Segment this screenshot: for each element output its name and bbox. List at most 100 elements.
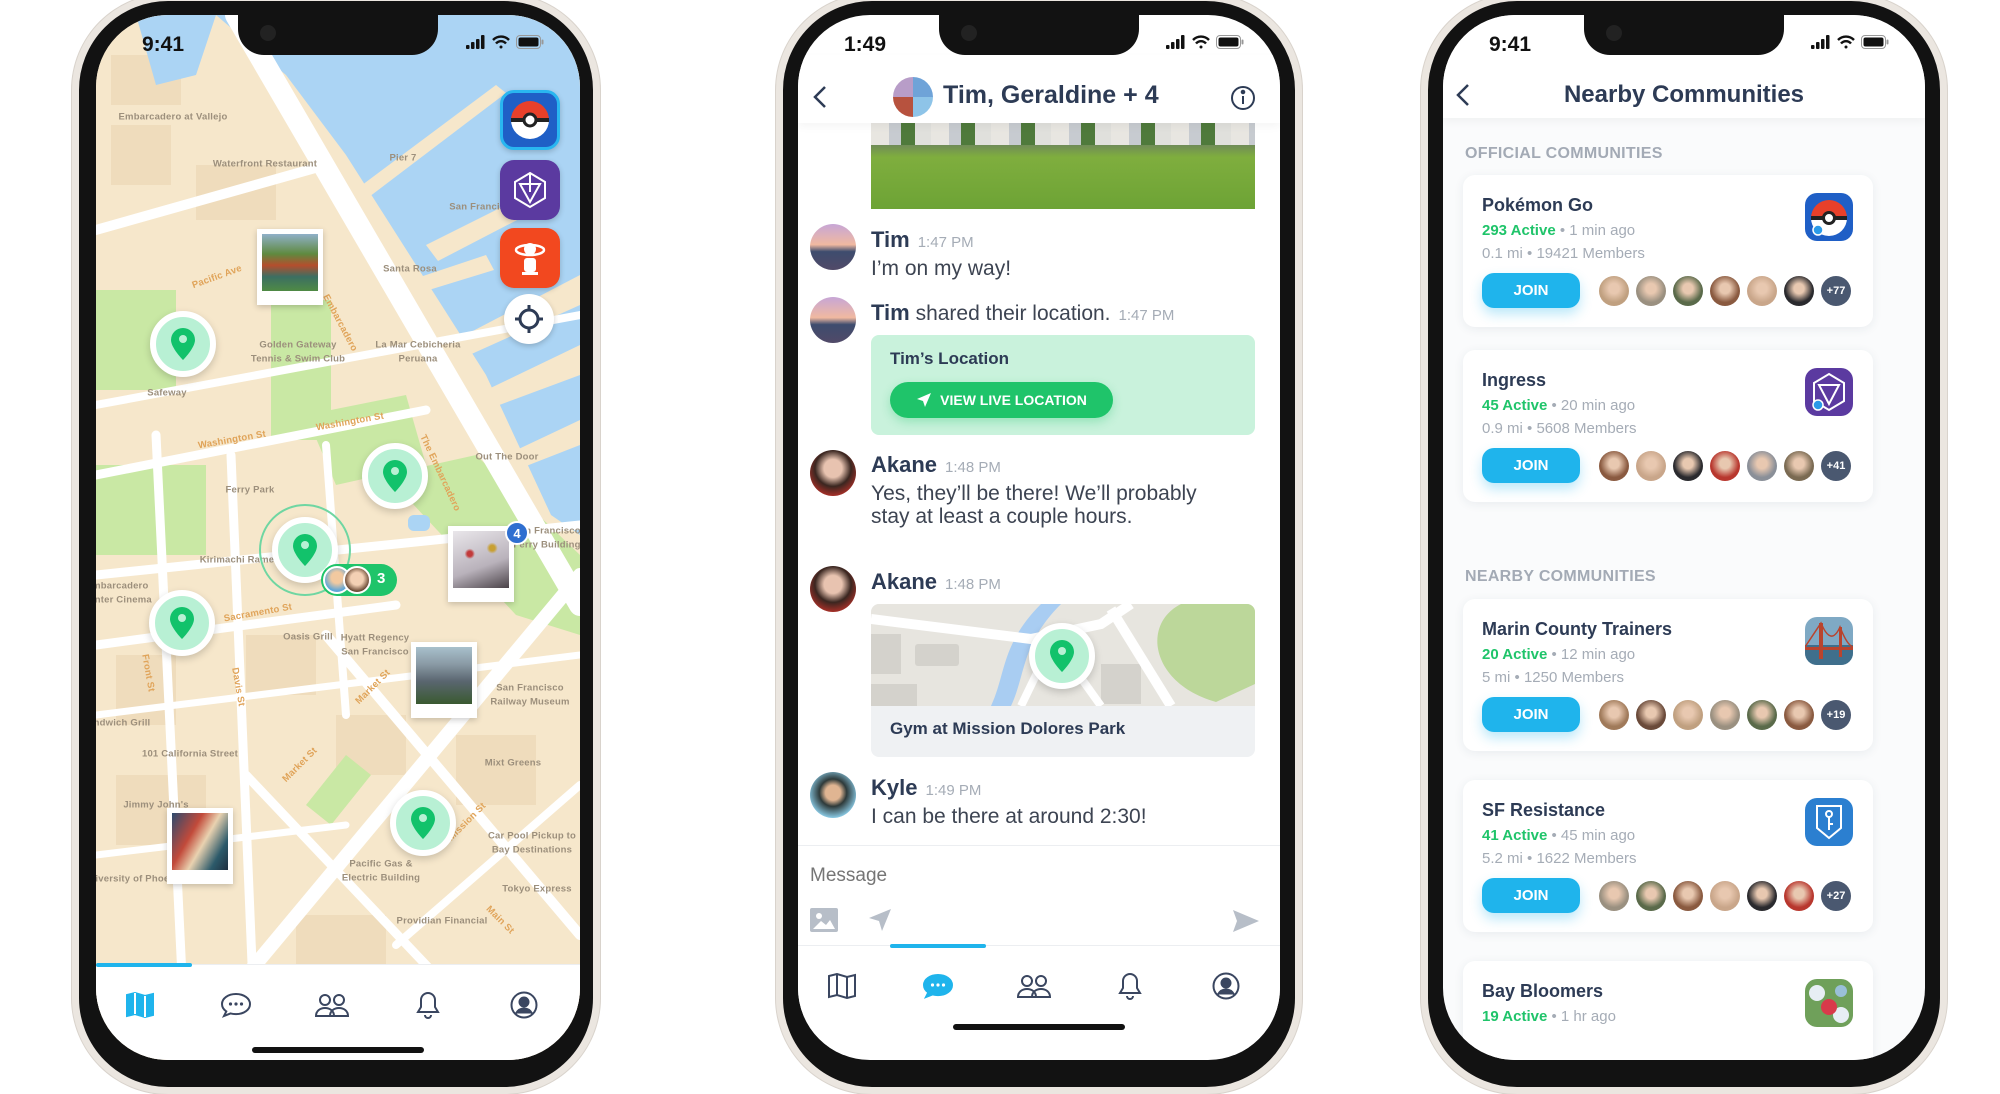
tab-chat[interactable] bbox=[216, 987, 256, 1023]
message-header: Akane 1:48 PM bbox=[871, 569, 1001, 594]
signal-icon bbox=[1811, 35, 1830, 49]
member-avatar bbox=[1710, 700, 1740, 730]
status-time: 1:49 bbox=[844, 33, 887, 56]
ingress-button[interactable] bbox=[500, 160, 560, 220]
group-avatar bbox=[893, 77, 933, 117]
community-card[interactable]: Marin County Trainers 20 Active • 12 min… bbox=[1463, 599, 1873, 751]
join-button[interactable]: JOIN bbox=[1482, 273, 1580, 308]
communities-screen: Nearby Communities OFFICIAL COMMUNITIES … bbox=[1443, 15, 1925, 1060]
community-meta: 5.2 mi • 1622 Members bbox=[1482, 850, 1637, 867]
tab-map[interactable] bbox=[120, 987, 160, 1023]
ingress-icon bbox=[1805, 368, 1853, 416]
tab-map[interactable] bbox=[822, 968, 862, 1004]
tab-communities[interactable] bbox=[312, 987, 352, 1023]
tab-notifications[interactable] bbox=[1110, 968, 1150, 1004]
active-count: 45 Active bbox=[1482, 397, 1548, 414]
gym-pin[interactable] bbox=[150, 311, 216, 377]
map-label: Sandwich Grill bbox=[96, 717, 151, 729]
map-label: Hyatt Regency bbox=[340, 632, 410, 644]
image-icon[interactable] bbox=[810, 908, 838, 932]
community-card[interactable]: SF Resistance 41 Active • 45 min ago 5.2 … bbox=[1463, 780, 1873, 932]
message-header: Tim 1:47 PM bbox=[871, 227, 974, 252]
gym-pin[interactable] bbox=[149, 590, 215, 656]
map-photo[interactable] bbox=[167, 808, 233, 884]
wizards-unite-button[interactable] bbox=[500, 228, 560, 288]
locate-me-button[interactable] bbox=[504, 294, 554, 344]
map-label: Santa Rosa bbox=[383, 263, 437, 275]
info-icon[interactable] bbox=[1230, 85, 1256, 111]
active-count: 41 Active bbox=[1482, 827, 1548, 844]
battery-icon bbox=[1216, 35, 1244, 49]
place-pin[interactable] bbox=[1029, 623, 1095, 689]
wifi-icon bbox=[492, 35, 510, 49]
member-count: 19421 Members bbox=[1536, 245, 1645, 262]
last-active: 1 min ago bbox=[1569, 222, 1636, 239]
profile-icon bbox=[510, 991, 538, 1019]
member-count: 1250 Members bbox=[1523, 669, 1624, 686]
status-time: 9:41 bbox=[142, 33, 185, 56]
join-button[interactable]: JOIN bbox=[1482, 697, 1580, 732]
bell-icon bbox=[416, 991, 440, 1019]
map-photo[interactable] bbox=[448, 526, 514, 602]
last-active: 12 min ago bbox=[1560, 646, 1636, 663]
group-count: 3 bbox=[377, 570, 386, 587]
community-name: Marin County Trainers bbox=[1482, 619, 1673, 639]
member-avatar bbox=[1673, 276, 1703, 306]
share-location-icon[interactable] bbox=[868, 908, 892, 932]
gym-pin[interactable] bbox=[362, 443, 428, 509]
community-activity: 293 Active • 1 min ago bbox=[1482, 222, 1636, 239]
active-count: 19 Active bbox=[1482, 1008, 1548, 1025]
avatar-akane[interactable] bbox=[810, 566, 856, 612]
member-avatar bbox=[1710, 451, 1740, 481]
avatar-tim[interactable] bbox=[810, 297, 856, 343]
active-count: 293 Active bbox=[1482, 222, 1556, 239]
community-activity: 19 Active • 1 hr ago bbox=[1482, 1008, 1616, 1025]
message-text: I’m on my way! bbox=[871, 257, 1012, 280]
view-live-location-button[interactable]: VIEW LIVE LOCATION bbox=[890, 382, 1113, 418]
community-card[interactable]: Pokémon Go 293 Active • 1 min ago 0.1 mi … bbox=[1463, 175, 1873, 327]
map-label: Providian Financial bbox=[396, 915, 488, 927]
wizards-unite-icon bbox=[514, 243, 546, 275]
gym-pin[interactable] bbox=[390, 790, 456, 856]
send-icon[interactable] bbox=[1232, 909, 1260, 933]
avatar-akane[interactable] bbox=[810, 450, 856, 496]
map-label: Golden Gateway bbox=[259, 339, 337, 351]
community-card[interactable]: Bay Bloomers 19 Active • 1 hr ago bbox=[1463, 961, 1873, 1060]
tab-communities[interactable] bbox=[1014, 968, 1054, 1004]
member-avatar bbox=[1673, 700, 1703, 730]
member-count: 1622 Members bbox=[1536, 850, 1637, 867]
place-card[interactable]: Gym at Mission Dolores Park bbox=[871, 604, 1255, 757]
map-label: San Francisco bbox=[341, 646, 409, 658]
page-title: Nearby Communities bbox=[1563, 81, 1805, 108]
community-card[interactable]: Ingress 45 Active • 20 min ago 0.9 mi • 5… bbox=[1463, 350, 1873, 502]
member-avatar bbox=[1599, 451, 1629, 481]
join-button[interactable]: JOIN bbox=[1482, 448, 1580, 483]
notch bbox=[939, 15, 1139, 55]
map-label: Railway Museum bbox=[490, 696, 570, 708]
signal-icon bbox=[1166, 35, 1185, 49]
map-label: Ferry Park bbox=[225, 484, 275, 496]
map-photo[interactable] bbox=[257, 229, 323, 305]
pokeball-icon bbox=[1805, 193, 1853, 241]
community-name: Ingress bbox=[1482, 370, 1547, 390]
avatar-tim[interactable] bbox=[810, 224, 856, 270]
map-label: Embarcadero at Vallejo bbox=[118, 111, 228, 123]
message-input[interactable] bbox=[810, 860, 1250, 892]
back-icon[interactable] bbox=[812, 85, 828, 109]
tab-profile[interactable] bbox=[1206, 968, 1246, 1004]
map-photo[interactable] bbox=[411, 642, 477, 718]
tab-bar bbox=[798, 944, 1280, 1055]
community-meta: 5 mi • 1250 Members bbox=[1482, 669, 1624, 686]
member-avatar bbox=[1673, 451, 1703, 481]
tab-chat[interactable] bbox=[918, 968, 958, 1004]
group-avatars[interactable]: 3 bbox=[321, 564, 397, 596]
avatar-kyle[interactable] bbox=[810, 772, 856, 818]
join-button[interactable]: JOIN bbox=[1482, 878, 1580, 913]
home-indicator bbox=[252, 1047, 424, 1053]
distance: 5.2 mi bbox=[1482, 850, 1523, 867]
location-pin-icon bbox=[171, 328, 195, 360]
tab-profile[interactable] bbox=[504, 987, 544, 1023]
location-share-line: Tim shared their location. 1:47 PM bbox=[871, 300, 1175, 325]
pokemon-go-button[interactable] bbox=[500, 90, 560, 150]
tab-notifications[interactable] bbox=[408, 987, 448, 1023]
